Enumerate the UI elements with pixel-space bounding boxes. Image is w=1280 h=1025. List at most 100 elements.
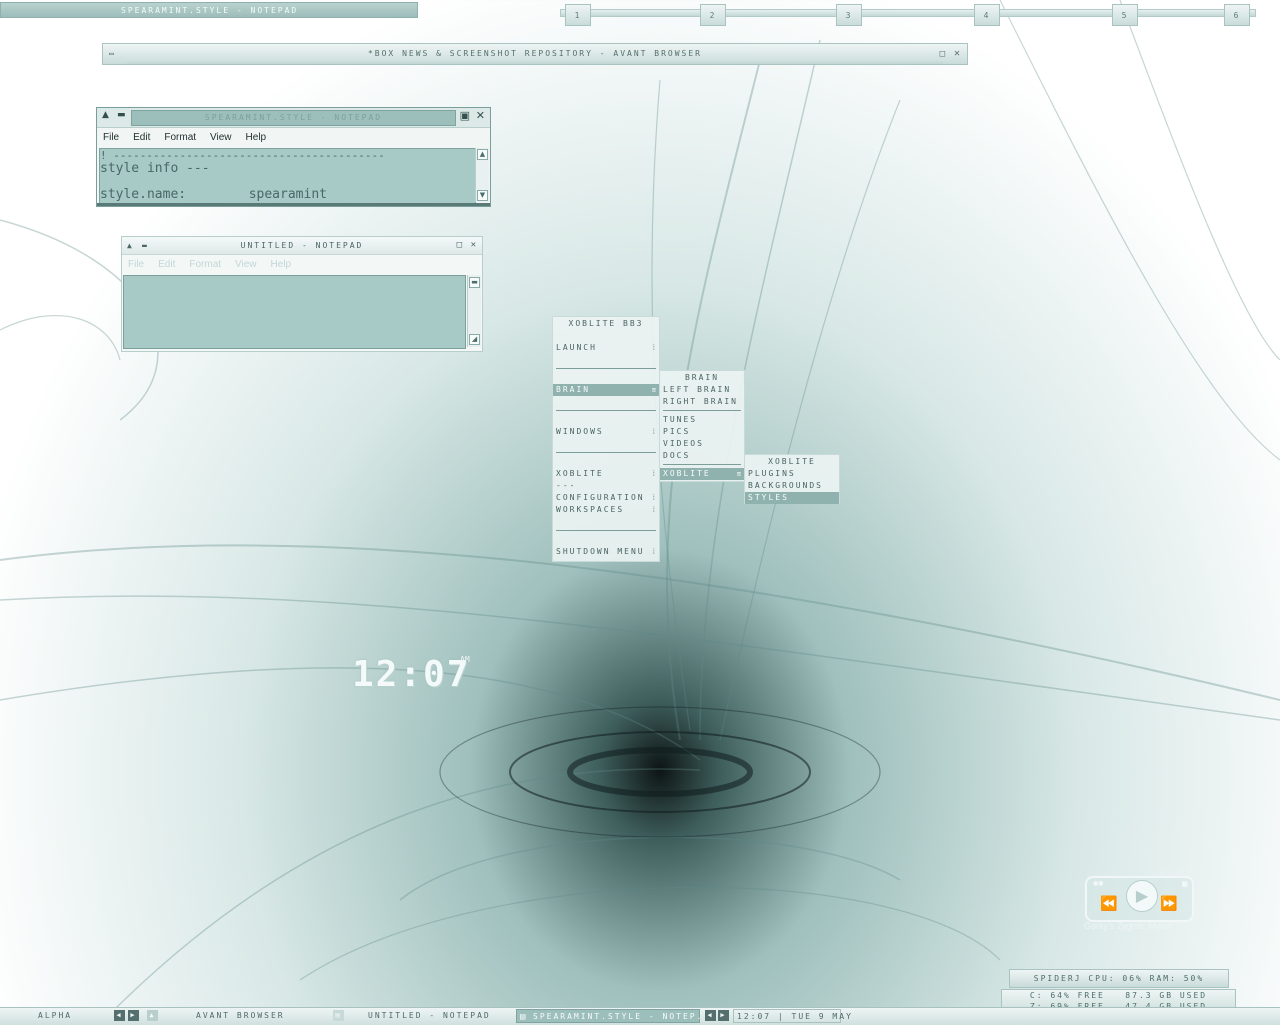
menu-item-left-brain[interactable]: LEFT BRAIN [663, 384, 731, 396]
notepad-untitled-window[interactable]: ▲ ▬ UNTITLED - NOTEPAD □ ✕ File Edit For… [121, 236, 483, 352]
window-title: UNTITLED - NOTEPAD [240, 241, 364, 250]
menu-item-videos[interactable]: VIDEOS [663, 438, 704, 450]
root-menu: XOBLITE BB3 LAUNCH ⁞ BRAIN ≡ WINDOWS ⁞ XOBL… [552, 316, 660, 562]
menu-view[interactable]: View [210, 132, 232, 143]
workspace-button-3[interactable]: 3 [836, 4, 862, 26]
player-stop-icon[interactable]: ■ [1181, 880, 1188, 888]
menu-file[interactable]: File [128, 259, 144, 270]
close-icon[interactable]: ✕ [476, 109, 485, 122]
task-avant-browser[interactable]: AVANT BROWSER [196, 1009, 285, 1023]
workspace-button-5[interactable]: 5 [1112, 4, 1138, 26]
notepad-icon: ▤ [520, 1012, 528, 1022]
minimize-icon[interactable]: ▬ [142, 237, 149, 254]
menu-bar: File Edit Format View Help [122, 255, 482, 273]
submenu-arrow-icon: ⁞ [651, 506, 656, 514]
player-menu-icon[interactable]: ●● [1093, 880, 1103, 887]
taskbar-clock[interactable]: 12:07 | TUE 9 MAY [733, 1009, 851, 1023]
menu-item-docs[interactable]: DOCS [663, 450, 690, 462]
workspace-button-2[interactable]: 2 [700, 4, 726, 26]
browser-titlebar[interactable]: ▭ *BOX NEWS & SCREENSHOT REPOSITORY - AV… [102, 43, 968, 65]
menu-item-workspaces[interactable]: WORKSPACES ⁞ [556, 504, 659, 516]
text-editor[interactable]: ! --------------------------------------… [99, 148, 476, 204]
menu-item-xoblite[interactable]: XOBLITE ⁞ [556, 468, 659, 480]
menu-item-launch[interactable]: LAUNCH ⁞ [556, 342, 659, 354]
submenu-arrow-icon: ⁞ [651, 548, 656, 556]
submenu-arrow-icon: ⁞ [651, 470, 656, 478]
resize-grip-icon[interactable]: ◢ [469, 334, 480, 345]
workspace-button-6[interactable]: 6 [1224, 4, 1250, 26]
workspace-label[interactable]: ALPHA [38, 1009, 72, 1023]
shade-icon[interactable]: ▲ [102, 110, 109, 120]
top-active-window-label[interactable]: SPEARAMINT.STYLE - NOTEPAD [0, 2, 418, 18]
titlebar[interactable]: ▲ ▬ UNTITLED - NOTEPAD □ ✕ [122, 237, 482, 255]
notepad-style-window[interactable]: ▲ ▬ SPEARAMINT.STYLE - NOTEPAD ▣ ✕ File … [96, 107, 491, 207]
menu-item-plugins[interactable]: PLUGINS [748, 468, 796, 480]
menu-help[interactable]: Help [271, 259, 292, 270]
menu-format[interactable]: Format [164, 132, 196, 143]
menu-item-brain[interactable]: BRAIN ≡ [553, 384, 659, 396]
media-player[interactable]: ●● ■ ⏪ ▶ ⏩ [1085, 876, 1194, 922]
next-workspace-icon[interactable]: ▶ [128, 1010, 139, 1021]
drive-c-status: C: 64% FREE 87.3 GB USED [1029, 991, 1208, 1000]
menu-separator [663, 464, 741, 465]
menu-item-right-brain[interactable]: RIGHT BRAIN [663, 396, 738, 408]
menu-bar: File Edit Format View Help [97, 128, 490, 146]
scroll-up-icon[interactable]: ▲ [477, 149, 488, 160]
submenu-arrow-icon: ⁞ [651, 344, 656, 352]
text-editor[interactable] [123, 275, 466, 349]
xoblite-submenu: XOBLITE PLUGINS BACKGROUNDS STYLES [744, 454, 840, 504]
titlebar[interactable]: ▲ ▬ SPEARAMINT.STYLE - NOTEPAD ▣ ✕ [97, 108, 490, 128]
menu-item-label: XOBLITE [556, 469, 604, 478]
menu-edit[interactable]: Edit [158, 259, 175, 270]
player-track-title: Gorky's Zygotic Mynci [1084, 921, 1172, 931]
menu-item-shutdown[interactable]: SHUTDOWN MENU ⁞ [556, 546, 659, 558]
close-icon[interactable]: ✕ [471, 237, 478, 254]
menu-item-label: WORKSPACES [556, 505, 625, 514]
task-untitled-notepad[interactable]: UNTITLED - NOTEPAD [368, 1009, 491, 1023]
next-task-icon[interactable]: ▶ [718, 1010, 729, 1021]
task-spearamint-notepad[interactable]: ▤ SPEARAMINT.STYLE - NOTEP... [516, 1009, 715, 1023]
menu-help[interactable]: Help [246, 132, 267, 143]
fast-forward-icon[interactable]: ⏩ [1160, 896, 1177, 912]
menu-view[interactable]: View [235, 259, 257, 270]
maximize-icon[interactable]: □ [940, 44, 947, 64]
maximize-icon[interactable]: ▣ [460, 109, 470, 122]
menu-item-styles[interactable]: STYLES [745, 492, 839, 504]
desktop-clock: 12:07 [352, 654, 471, 695]
prev-workspace-icon[interactable]: ◀ [114, 1010, 125, 1021]
submenu-arrow-icon: ≡ [736, 470, 741, 478]
submenu-arrow-icon: ⁞ [651, 494, 656, 502]
menu-item-pics[interactable]: PICS [663, 426, 690, 438]
menu-item-backgrounds[interactable]: BACKGROUNDS [748, 480, 823, 492]
vertical-scrollbar[interactable]: ▲ ▼ [475, 148, 489, 202]
menu-item-tunes[interactable]: TUNES [663, 414, 697, 426]
minimize-icon[interactable]: ▬ [117, 110, 126, 120]
minimize-icon[interactable]: ▭ [109, 44, 116, 64]
scroll-down-icon[interactable]: ▼ [477, 190, 488, 201]
maximize-icon[interactable]: □ [457, 237, 464, 254]
close-icon[interactable]: ✕ [954, 44, 962, 64]
menu-separator [556, 410, 656, 411]
menu-item-label: CONFIGURATION [556, 493, 645, 502]
scroll-up-icon[interactable]: ▬ [469, 277, 480, 288]
menu-item-label: WINDOWS [556, 427, 604, 436]
menu-item-windows[interactable]: WINDOWS ⁞ [556, 426, 659, 438]
text-line: style info --- [100, 161, 210, 176]
system-monitor-cpu-ram: SPIDERJ CPU: 06% RAM: 50% [1009, 969, 1229, 988]
submenu-arrow-icon: ≡ [651, 386, 656, 394]
play-icon[interactable]: ▶ [1126, 880, 1158, 912]
menu-item-xoblite[interactable]: XOBLITE ≡ [660, 468, 744, 480]
task-icon: ▲ [147, 1010, 158, 1021]
menu-file[interactable]: File [103, 132, 119, 143]
workspace-button-1[interactable]: 1 [565, 4, 591, 26]
menu-item-configuration[interactable]: CONFIGURATION ⁞ [556, 492, 659, 504]
menu-format[interactable]: Format [189, 259, 221, 270]
menu-separator [556, 452, 656, 453]
prev-task-icon[interactable]: ◀ [705, 1010, 716, 1021]
vertical-scrollbar[interactable]: ▬ ◢ [467, 275, 481, 347]
rewind-icon[interactable]: ⏪ [1100, 896, 1117, 912]
shade-icon[interactable]: ▲ [127, 237, 134, 254]
menu-edit[interactable]: Edit [133, 132, 150, 143]
workspace-button-4[interactable]: 4 [974, 4, 1000, 26]
menu-item-label: SHUTDOWN MENU [556, 547, 645, 556]
